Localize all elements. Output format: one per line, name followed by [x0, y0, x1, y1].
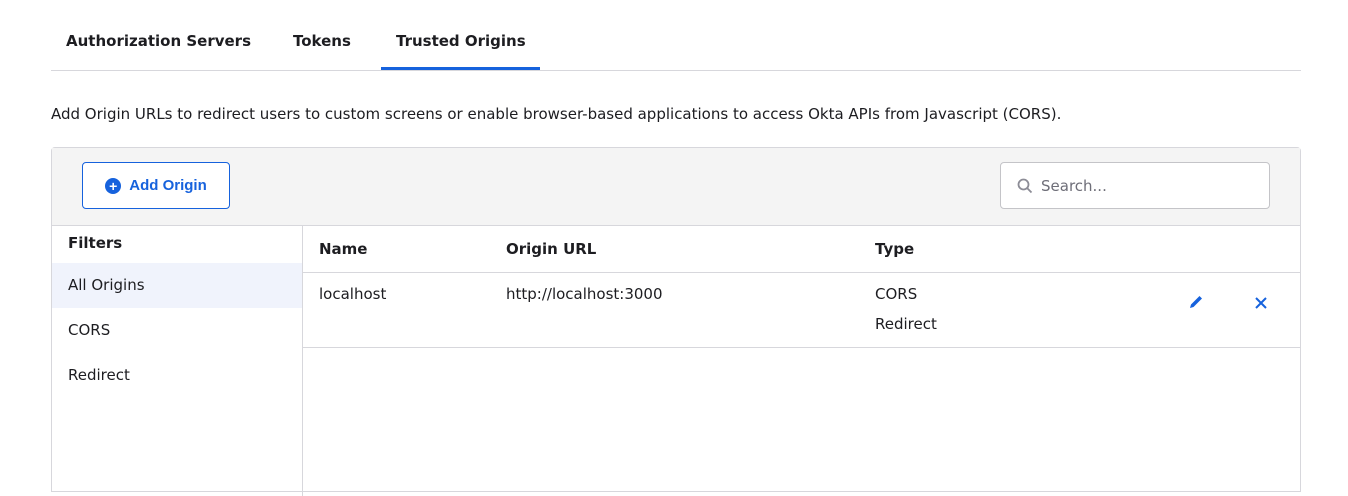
header-divider: [303, 272, 1300, 273]
filter-all-origins[interactable]: All Origins: [52, 263, 302, 308]
tab-trusted-origins[interactable]: Trusted Origins: [396, 32, 526, 50]
column-header-name: Name: [319, 240, 368, 258]
origin-type: Redirect: [875, 315, 937, 333]
origin-type: CORS: [875, 285, 918, 303]
toolbar: + Add Origin: [52, 148, 1300, 226]
page-description: Add Origin URLs to redirect users to cus…: [51, 105, 1062, 123]
search-input[interactable]: [1041, 176, 1241, 195]
origin-name: localhost: [319, 285, 387, 303]
tab-divider: [51, 70, 1301, 71]
plus-circle-icon: +: [105, 177, 122, 194]
tab-tokens[interactable]: Tokens: [293, 32, 351, 50]
filters-sidebar: Filters All Origins CORS Redirect: [52, 226, 303, 496]
delete-x-icon[interactable]: [1254, 296, 1268, 310]
active-tab-indicator: [381, 67, 540, 70]
origins-panel: + Add Origin Filters All Origins CORS Re…: [51, 147, 1301, 496]
tab-authorization-servers[interactable]: Authorization Servers: [66, 32, 251, 50]
origin-url: http://localhost:3000: [506, 285, 663, 303]
filter-redirect[interactable]: Redirect: [52, 353, 302, 398]
edit-pencil-icon[interactable]: [1188, 294, 1204, 310]
search-box[interactable]: [1000, 162, 1270, 209]
add-origin-label: Add Origin: [129, 177, 207, 194]
column-header-origin-url: Origin URL: [506, 240, 597, 258]
search-icon: [1017, 178, 1033, 193]
column-header-type: Type: [875, 240, 915, 258]
filter-cors[interactable]: CORS: [52, 308, 302, 353]
add-origin-button[interactable]: + Add Origin: [82, 162, 230, 209]
filters-title: Filters: [68, 234, 123, 252]
row-divider: [303, 347, 1300, 348]
